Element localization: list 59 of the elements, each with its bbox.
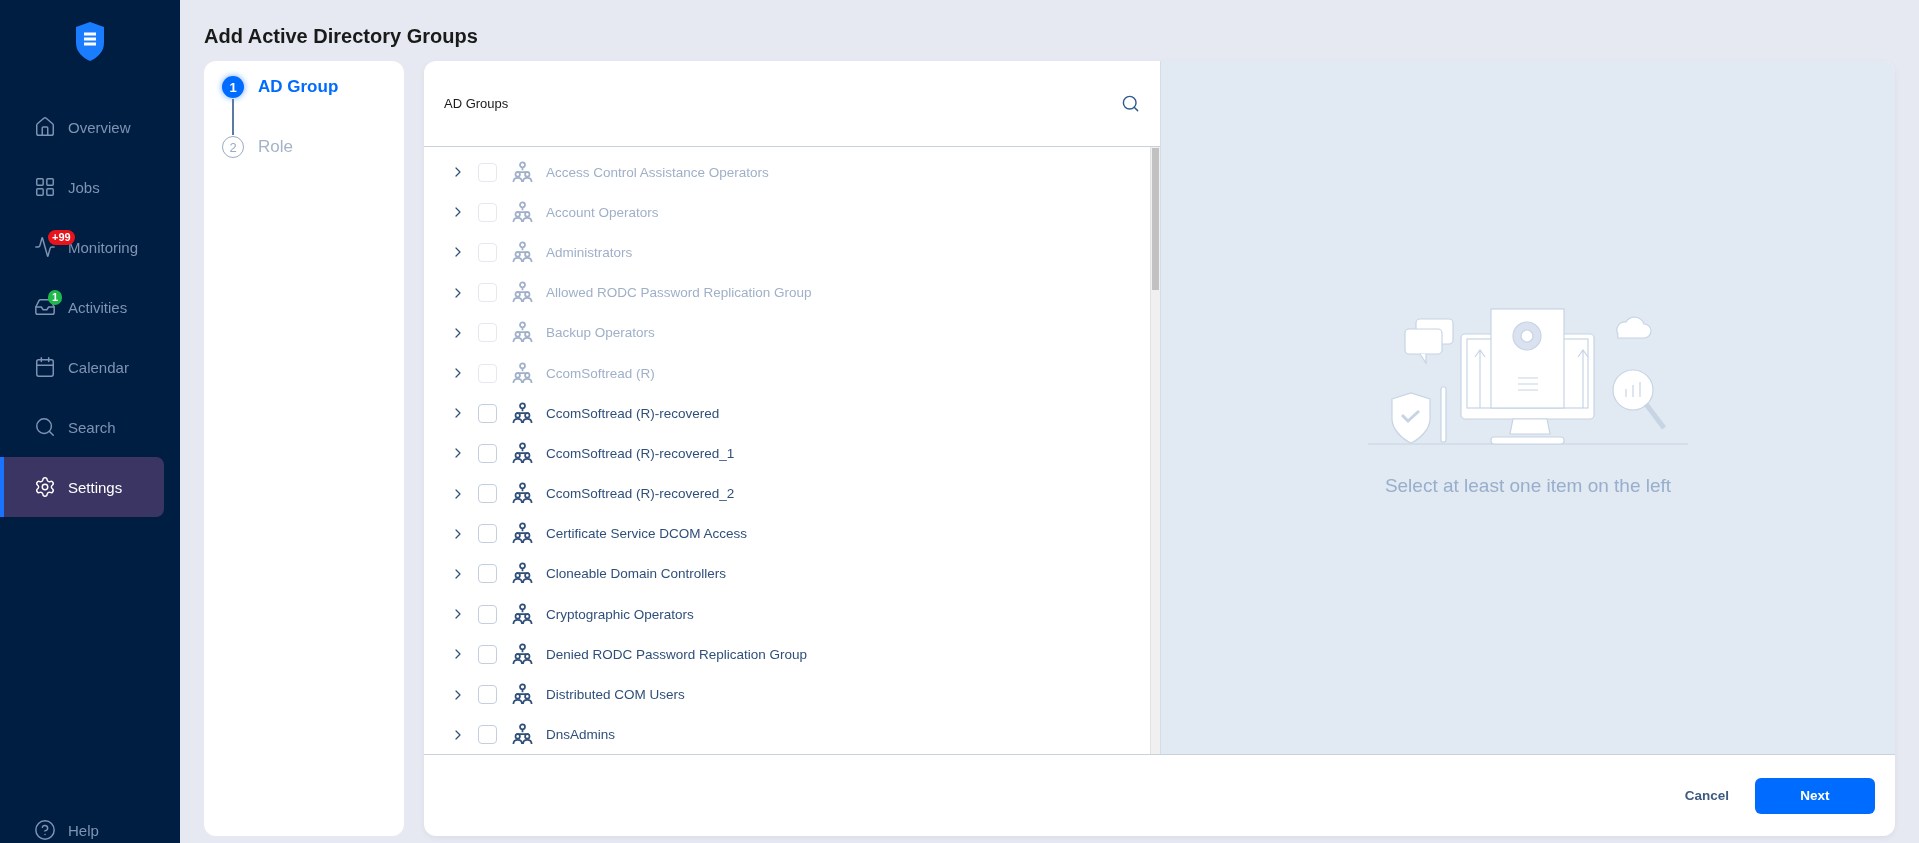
group-icon [511,683,534,707]
page-title: Add Active Directory Groups [204,24,479,49]
group-icon [511,281,534,305]
group-icon [511,562,534,586]
checkbox[interactable] [478,685,497,705]
sidebar-item[interactable]: 1 Activities [0,277,164,337]
checkbox[interactable] [478,443,497,463]
search-icon [34,416,56,438]
shield-logo-icon[interactable] [74,21,106,61]
count-badge: 1 [48,290,63,305]
group-icon [511,723,534,747]
sidebar-item[interactable]: Overview [0,97,164,157]
group-icon [511,602,534,626]
group-icon [511,200,534,224]
group-icon [511,522,534,546]
group-name[interactable]: Cryptographic Operators [546,606,694,622]
checkbox[interactable] [478,403,497,423]
settings-icon [34,476,56,498]
grid-icon [34,176,56,198]
group-icon [511,361,534,385]
checkbox[interactable] [478,725,497,745]
group-name[interactable]: Cloneable Domain Controllers [546,566,727,582]
group-icon [511,321,534,345]
checkbox[interactable] [478,524,497,544]
sidebar-item[interactable]: Calendar [0,337,164,397]
step-number: 1 [222,76,244,98]
group-name[interactable]: DnsAdmins [546,727,616,743]
checkbox[interactable] [478,644,497,664]
group-icon [511,482,534,506]
help-icon[interactable] [34,819,56,841]
help-label[interactable]: Help [68,821,99,839]
calendar-icon [34,356,56,378]
sidebar-item[interactable]: Settings [0,457,164,517]
sidebar-item[interactable]: Jobs [0,157,164,217]
list-title: AD Groups [444,96,509,111]
group-name[interactable]: Denied RODC Password Replication Group [546,646,808,662]
group-icon [511,642,534,666]
checkbox[interactable] [478,564,497,584]
checkbox[interactable] [478,604,497,624]
step-number: 2 [222,136,244,158]
group-icon [511,160,534,184]
next-button[interactable]: Next [1755,777,1875,814]
group-name[interactable]: CcomSoftread (R)-recovered_1 [546,445,735,461]
step-label[interactable]: AD Group [258,77,339,97]
group-name[interactable]: CcomSoftread (R)-recovered [546,405,720,421]
group-name[interactable]: Certificate Service DCOM Access [546,526,748,542]
group-icon [511,441,534,465]
group-name[interactable]: Distributed COM Users [546,687,685,703]
group-icon [511,240,534,264]
group-name[interactable]: CcomSoftread (R)-recovered_2 [546,486,735,502]
search-icon[interactable] [1121,94,1140,113]
empty-state-text: Select at least one item on the left [1384,474,1672,497]
house-icon [34,116,56,138]
sidebar-item[interactable]: Search [0,397,164,457]
count-badge: +99 [48,230,75,245]
cancel-button[interactable]: Cancel [1680,780,1733,811]
scrollbar[interactable] [1150,147,1160,754]
checkbox[interactable] [478,484,497,504]
group-icon [511,401,534,425]
